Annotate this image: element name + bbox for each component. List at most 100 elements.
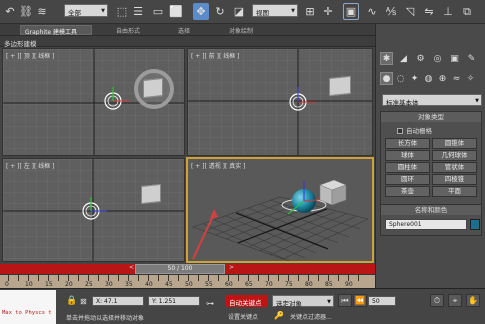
modify-tab-icon[interactable]: ◢ xyxy=(397,52,410,65)
tube-button[interactable]: 管状体 xyxy=(432,162,477,173)
tab-object-paint[interactable]: 对象绘制 xyxy=(225,25,257,35)
angle-snap-icon[interactable]: ∿ xyxy=(364,3,380,20)
cone-button[interactable]: 圆锥体 xyxy=(432,138,477,149)
goto-start-icon[interactable]: ⏮ xyxy=(338,294,352,307)
key-icon[interactable]: ⊶ xyxy=(206,299,214,308)
geosphere-button[interactable]: 几何球体 xyxy=(432,150,477,161)
select-by-name-icon[interactable]: ☰ xyxy=(130,3,146,20)
track-tick xyxy=(18,275,19,281)
move-icon[interactable]: ✥ xyxy=(193,3,209,20)
rotate-icon[interactable]: ↻ xyxy=(212,3,228,20)
percent-snap-icon[interactable]: ⅍ xyxy=(383,3,399,20)
autogrid-checkbox[interactable]: 自动栅格 xyxy=(397,125,432,135)
utilities-tab-icon[interactable]: ✎ xyxy=(465,52,478,65)
pyramid-button[interactable]: 四棱锥 xyxy=(432,174,477,185)
tab-freeform[interactable]: 自由形式 xyxy=(112,25,144,35)
set-key-button[interactable]: 设置关键点 xyxy=(228,312,258,321)
viewport-left-label[interactable]: [ + ][ 左 ][ 线框 ] xyxy=(6,161,55,170)
key-mode-select[interactable]: 选定对象 ▼ xyxy=(272,295,334,308)
auto-key-button[interactable]: 自动关键点 xyxy=(226,295,268,307)
cameras-icon[interactable]: ◍ xyxy=(422,72,435,85)
command-panel: ✱ ◢ ⚙ ◎ ▣ ✎ ● ◌ ✦ ◍ ⊕ ≈ ✧ 标准基本体 ▼ 对象类型 自动… xyxy=(375,24,485,288)
viewcube-icon[interactable] xyxy=(329,75,351,97)
snap-3d-icon[interactable]: ▣ xyxy=(343,3,359,20)
tab-selection[interactable]: 选择 xyxy=(174,25,194,35)
autogrid-label: 自动栅格 xyxy=(406,127,432,135)
viewport-perspective[interactable]: [ + ][ 透视 ][ 真实 ] xyxy=(186,157,374,263)
track-tick-label: 75 xyxy=(285,281,293,288)
next-frame-icon[interactable]: > xyxy=(229,264,234,271)
viewport-top[interactable]: [ + ][ 顶 ][ 线框 ] xyxy=(2,48,185,156)
undo-icon[interactable]: ↶ xyxy=(2,3,18,20)
viewport-left[interactable]: [ + ][ 左 ][ 线框 ] xyxy=(2,158,185,262)
teapot-button[interactable]: 茶壶 xyxy=(385,186,430,197)
time-slider[interactable]: 50 / 100 xyxy=(135,264,225,274)
viewcube-icon[interactable] xyxy=(141,183,161,205)
viewport-front[interactable]: [ + ][ 前 ][ 线框 ] xyxy=(187,48,373,156)
viewport-perspective-label[interactable]: [ + ][ 透视 ][ 真实 ] xyxy=(191,161,246,170)
geometry-icon[interactable]: ● xyxy=(380,72,393,85)
spinner-snap-icon[interactable]: ◹ xyxy=(402,3,418,20)
track-bar[interactable]: 0 10 15 20 25 30 35 40 45 50 55 60 65 70 75 80 85 90 xyxy=(0,274,375,288)
object-category-value: 标准基本体 xyxy=(386,99,419,107)
absolute-mode-icon[interactable]: ⊠ xyxy=(80,297,87,306)
viewport-front-label[interactable]: [ + ][ 前 ][ 线框 ] xyxy=(191,51,240,60)
x-coordinate-field[interactable]: X: 47.1 xyxy=(92,296,144,306)
object-color-swatch[interactable] xyxy=(470,219,480,230)
current-frame-field[interactable]: 50 xyxy=(368,296,396,306)
select-object-icon[interactable]: ⬚ xyxy=(114,3,130,20)
align-icon[interactable]: ⊥ xyxy=(440,3,456,20)
key-filters-button[interactable]: 关键点过滤器... xyxy=(290,312,332,321)
time-slider-track[interactable]: < 50 / 100 > xyxy=(0,264,375,274)
track-tick-label: 50 xyxy=(185,281,193,288)
zoom-extents-icon[interactable]: ⌖ xyxy=(448,294,462,307)
polygon-modeling-label[interactable]: 多边形建模 xyxy=(4,38,37,48)
y-coordinate-field[interactable]: Y: 1.251 xyxy=(148,296,200,306)
helpers-icon[interactable]: ⊕ xyxy=(436,72,449,85)
selection-filter-select[interactable]: 全部 ▼ xyxy=(64,4,108,17)
select-manipulate-icon[interactable]: ✛ xyxy=(320,3,336,20)
bind-spacewarp-icon[interactable]: ≋ xyxy=(34,3,50,20)
reference-coord-select[interactable]: 视图 ▼ xyxy=(252,4,298,17)
object-type-header[interactable]: 对象类型 xyxy=(381,112,481,122)
window-crossing-icon[interactable]: ⬜ xyxy=(168,3,184,20)
lock-icon[interactable]: 🔒 xyxy=(66,296,77,306)
mirror-icon[interactable]: ⇋ xyxy=(421,3,437,20)
motion-tab-icon[interactable]: ◎ xyxy=(431,52,444,65)
create-tab-icon[interactable]: ✱ xyxy=(380,52,393,65)
name-color-header[interactable]: 名称和颜色 xyxy=(381,205,481,215)
lights-icon[interactable]: ✦ xyxy=(408,72,421,85)
maxscript-listener[interactable]: Max to Physcs t xyxy=(0,290,56,324)
object-category-select[interactable]: 标准基本体 ▼ xyxy=(382,94,482,107)
torus-button[interactable]: 圆环 xyxy=(385,174,430,185)
spacewarps-icon[interactable]: ≈ xyxy=(450,72,463,85)
use-pivot-icon[interactable]: ⊞ xyxy=(302,3,318,20)
cylinder-button[interactable]: 圆柱体 xyxy=(385,162,430,173)
pan-icon[interactable]: ✋ xyxy=(466,294,480,307)
object-name-field[interactable]: Sphere001 xyxy=(385,219,467,230)
chevron-down-icon: ▼ xyxy=(291,8,295,14)
shapes-icon[interactable]: ◌ xyxy=(394,72,407,85)
hierarchy-tab-icon[interactable]: ⚙ xyxy=(414,52,427,65)
rect-select-icon[interactable]: ▭ xyxy=(150,3,166,20)
track-tick xyxy=(138,275,139,281)
link-icon[interactable]: ⛓ xyxy=(18,3,34,20)
track-tick xyxy=(298,275,299,281)
display-tab-icon[interactable]: ▣ xyxy=(448,52,461,65)
track-tick-label: 65 xyxy=(245,281,253,288)
viewport-top-label[interactable]: [ + ][ 顶 ][ 线框 ] xyxy=(6,51,55,60)
time-config-icon[interactable]: ⏱ xyxy=(430,294,444,307)
layer-icon[interactable]: ⧉ xyxy=(459,3,475,20)
plane-button[interactable]: 平面 xyxy=(432,186,477,197)
prev-key-icon[interactable]: ⏪ xyxy=(353,294,367,307)
systems-icon[interactable]: ✧ xyxy=(464,72,477,85)
scale-icon[interactable]: ◪ xyxy=(231,3,247,20)
box-button[interactable]: 长方体 xyxy=(385,138,430,149)
viewcube-icon[interactable] xyxy=(143,77,163,99)
sphere-button[interactable]: 球体 xyxy=(385,150,430,161)
key-mode-value: 选定对象 xyxy=(276,300,302,308)
chevron-down-icon: ▼ xyxy=(475,98,479,104)
tab-graphite-modeling[interactable]: Graphite 建模工具 xyxy=(20,25,92,36)
track-tick xyxy=(158,275,159,281)
prev-frame-icon[interactable]: < xyxy=(129,264,134,271)
